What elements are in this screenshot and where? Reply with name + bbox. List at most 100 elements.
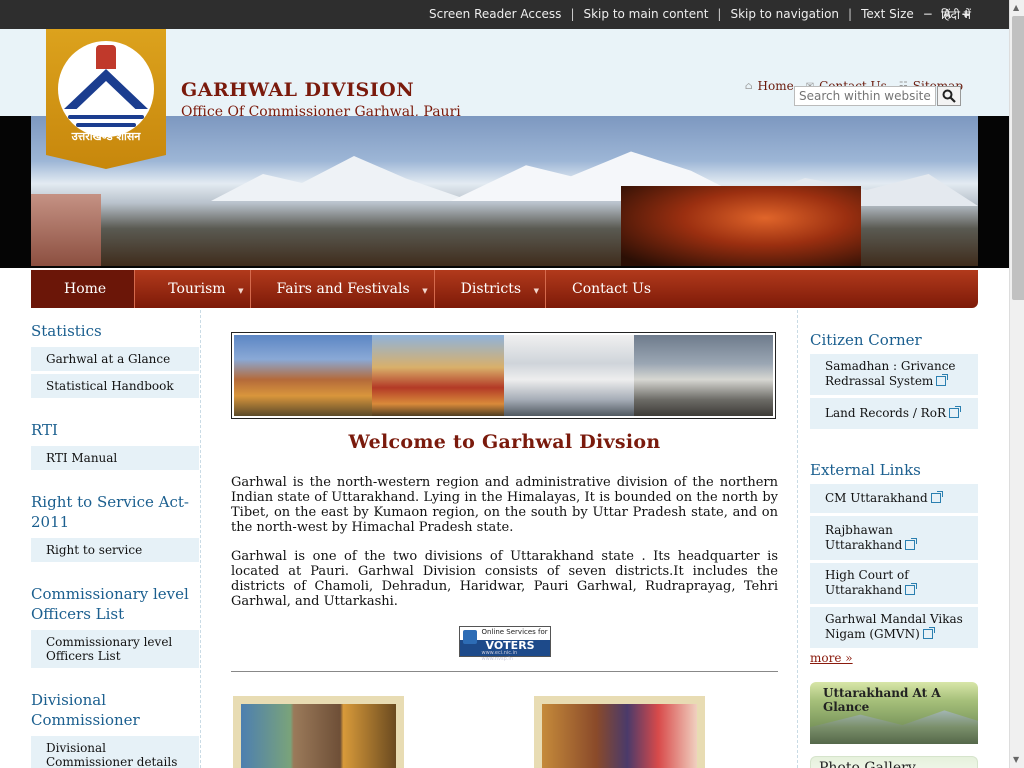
cm-uttarakhand-link[interactable]: CM Uttarakhand (810, 484, 978, 513)
external-link-icon (930, 491, 943, 503)
separator: | (570, 7, 575, 21)
nav-districts-label: Districts (460, 281, 522, 297)
column-divider (797, 310, 798, 768)
cm-uttarakhand-label: CM Uttarakhand (825, 491, 928, 505)
skip-nav-link[interactable]: Skip to navigation (730, 7, 839, 21)
right-sidebar: Citizen Corner Samadhan : Grivance Redra… (810, 330, 978, 768)
photo-gallery-panel[interactable]: Photo Gallery (810, 756, 978, 768)
nav-contact-us[interactable]: Contact Us (546, 270, 675, 308)
voters-line3: www.eci.nic.in www.nvsp.in (481, 650, 518, 662)
festivals-collage-image (542, 704, 697, 768)
gmvn-link[interactable]: Garhwal Mandal Vikas Nigam (GMVN) (810, 607, 978, 648)
garhwal-at-a-glance-link[interactable]: Garhwal at a Glance (31, 347, 199, 371)
accessibility-links: Screen Reader Access | Skip to main cont… (429, 7, 971, 21)
clock-tower-image (31, 194, 101, 266)
gangotri-temple-image (504, 335, 634, 416)
festivals-thumbnail[interactable] (534, 696, 705, 768)
main-content: Welcome to Garhwal Divsion Garhwal is th… (231, 332, 778, 768)
site-search (794, 86, 961, 106)
separator: | (717, 7, 722, 21)
char-dham-image-strip (231, 332, 776, 419)
land-records-link[interactable]: Land Records / RoR (810, 398, 978, 429)
external-link-icon (905, 538, 918, 550)
emblem-caption: उत्तराखण्ड शासन (71, 130, 141, 143)
divisional-commissioner-link[interactable]: Divisional Commissioner details (31, 736, 199, 768)
nav-fairs-label: Fairs and Festivals (276, 281, 410, 297)
search-button[interactable] (937, 86, 961, 106)
snow-peak (211, 156, 471, 201)
header-home-link[interactable]: ⌂ Home (745, 79, 794, 93)
scroll-up-icon[interactable]: ▲ (1013, 3, 1019, 12)
external-link-icon (936, 374, 949, 386)
rti-heading: RTI (31, 421, 58, 439)
temple-night-image (621, 186, 861, 266)
land-records-label: Land Records / RoR (825, 406, 946, 420)
nav-fairs-festivals[interactable]: Fairs and Festivals ▼ (251, 270, 435, 308)
kedarnath-temple-image (234, 335, 373, 416)
lion-capital-icon (96, 45, 116, 69)
home-icon: ⌂ (744, 80, 753, 92)
commissionary-heading: Commissionary level Officers List (31, 585, 189, 623)
badrinath-temple-image (372, 335, 504, 416)
tourism-collage-image (241, 704, 396, 768)
rti-manual-link[interactable]: RTI Manual (31, 446, 199, 470)
main-navigation: Home Tourism ▼ Fairs and Festivals ▼ Distr… (31, 270, 978, 308)
content-divider (231, 671, 778, 672)
home-label: Home (757, 79, 794, 93)
scroll-down-icon[interactable]: ▼ (1013, 755, 1019, 764)
external-link-icon (905, 583, 918, 595)
search-icon (942, 89, 956, 103)
welcome-heading: Welcome to Garhwal Divsion (348, 431, 661, 453)
intro-paragraph: Garhwal is the north-western region and … (231, 475, 778, 535)
yamunotri-temple-image (633, 335, 773, 416)
text-size-label: Text Size (861, 7, 914, 21)
left-sidebar: Statistics Garhwal at a Glance Statistic… (31, 321, 199, 768)
divisional-commissioner-heading: Divisional Commissioner (31, 691, 140, 729)
feature-thumbnails (231, 696, 778, 768)
nav-districts[interactable]: Districts ▼ (435, 270, 547, 308)
uttarakhand-emblem-logo[interactable]: उत्तराखण्ड शासन (46, 29, 166, 169)
scrollbar-thumb[interactable] (1012, 16, 1024, 300)
right-to-service-link[interactable]: Right to service (31, 538, 199, 562)
caret-down-icon: ▼ (533, 287, 540, 295)
vertical-scrollbar[interactable]: ▲ ▼ (1009, 0, 1024, 768)
screen-reader-link[interactable]: Screen Reader Access (429, 7, 561, 21)
gmvn-label: Garhwal Mandal Vikas Nigam (GMVN) (825, 612, 963, 641)
hindi-language-link[interactable]: हिंदी में (941, 6, 971, 23)
nav-contact-label: Contact Us (572, 281, 652, 297)
external-link-icon (922, 627, 935, 639)
samadhan-link[interactable]: Samadhan : Grivance Redrassal System (810, 354, 978, 395)
high-court-link[interactable]: High Court of Uttarakhand (810, 563, 978, 604)
eci-logo-icon (462, 630, 477, 644)
rajbhawan-link[interactable]: Rajbhawan Uttarakhand (810, 516, 978, 560)
site-title: GARHWAL DIVISION (181, 79, 415, 101)
nav-tourism[interactable]: Tourism ▼ (135, 270, 251, 308)
external-links-heading: External Links (810, 461, 921, 479)
external-link-icon (948, 406, 961, 418)
right-to-service-heading: Right to Service Act-2011 (31, 493, 189, 531)
more-links[interactable]: more » (810, 651, 978, 665)
photo-gallery-heading: Photo Gallery (819, 760, 916, 768)
citizen-corner-heading: Citizen Corner (810, 331, 922, 349)
wave-icon (68, 115, 144, 119)
decrease-text-button[interactable]: − (923, 7, 933, 21)
column-divider (200, 310, 201, 768)
caret-down-icon: ▼ (238, 287, 244, 295)
nav-home[interactable]: Home (31, 270, 136, 308)
statistics-heading: Statistics (31, 322, 102, 340)
glance-label: Uttarakhand At A Glance (823, 686, 941, 714)
online-voter-services-banner[interactable]: Online Services for VOTERS www.eci.nic.i… (458, 626, 551, 662)
high-court-label: High Court of Uttarakhand (825, 568, 909, 597)
districts-paragraph: Garhwal is one of the two divisions of U… (231, 549, 778, 609)
himalaya-banner-image (31, 116, 978, 266)
nav-tourism-label: Tourism (168, 281, 226, 297)
nav-home-label: Home (64, 281, 107, 297)
caret-down-icon: ▼ (422, 287, 428, 295)
statistical-handbook-link[interactable]: Statistical Handbook (31, 374, 199, 398)
uttarakhand-at-a-glance-banner[interactable]: Uttarakhand At A Glance (810, 682, 978, 744)
tourism-thumbnail[interactable] (233, 696, 404, 768)
commissionary-officers-link[interactable]: Commissionary level Officers List (31, 630, 199, 668)
skip-main-link[interactable]: Skip to main content (583, 7, 708, 21)
search-input[interactable] (794, 86, 936, 106)
separator: | (848, 7, 853, 21)
